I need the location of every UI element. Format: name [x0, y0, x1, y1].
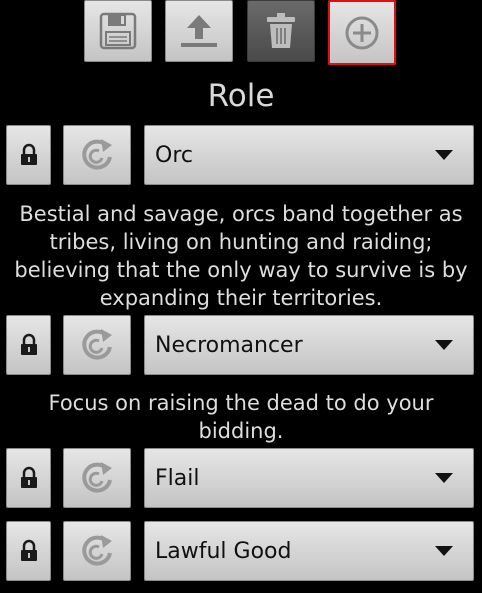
page-title: Role [207, 78, 275, 114]
dropdown-arrow-icon [435, 150, 453, 160]
role-description: Bestial and savage, orcs band together a… [14, 202, 468, 310]
refresh-icon [64, 449, 130, 507]
randomize-button[interactable] [63, 315, 131, 375]
randomize-button[interactable] [63, 448, 131, 508]
add-button[interactable] [328, 0, 396, 65]
lock-icon [7, 522, 50, 580]
upload-icon [166, 1, 232, 61]
lock-icon [7, 449, 50, 507]
weapon-select-value: Flail [155, 465, 200, 491]
floppy-disk-icon [85, 1, 151, 61]
weapon-select[interactable]: Flail [144, 448, 474, 508]
delete-button[interactable] [247, 0, 315, 62]
export-button[interactable] [165, 0, 233, 62]
randomize-button[interactable] [63, 521, 131, 581]
dropdown-arrow-icon [435, 473, 453, 483]
role-select[interactable]: Orc [144, 125, 474, 185]
lock-button[interactable] [6, 521, 51, 581]
lock-button[interactable] [6, 315, 51, 375]
plus-circle-icon [329, 1, 395, 64]
lock-button[interactable] [6, 448, 51, 508]
alignment-select-value: Lawful Good [155, 538, 292, 564]
lock-button[interactable] [6, 125, 51, 185]
randomize-button[interactable] [63, 125, 131, 185]
trash-icon [248, 1, 314, 61]
class-description: Focus on raising the dead to do your bid… [48, 391, 434, 443]
lock-icon [7, 126, 50, 184]
class-select[interactable]: Necromancer [144, 315, 474, 375]
refresh-icon [64, 522, 130, 580]
refresh-icon [64, 316, 130, 374]
alignment-select[interactable]: Lawful Good [144, 521, 474, 581]
save-button[interactable] [84, 0, 152, 62]
refresh-icon [64, 126, 130, 184]
dropdown-arrow-icon [435, 340, 453, 350]
lock-icon [7, 316, 50, 374]
dropdown-arrow-icon [435, 546, 453, 556]
class-select-value: Necromancer [155, 332, 303, 358]
role-select-value: Orc [155, 142, 193, 168]
